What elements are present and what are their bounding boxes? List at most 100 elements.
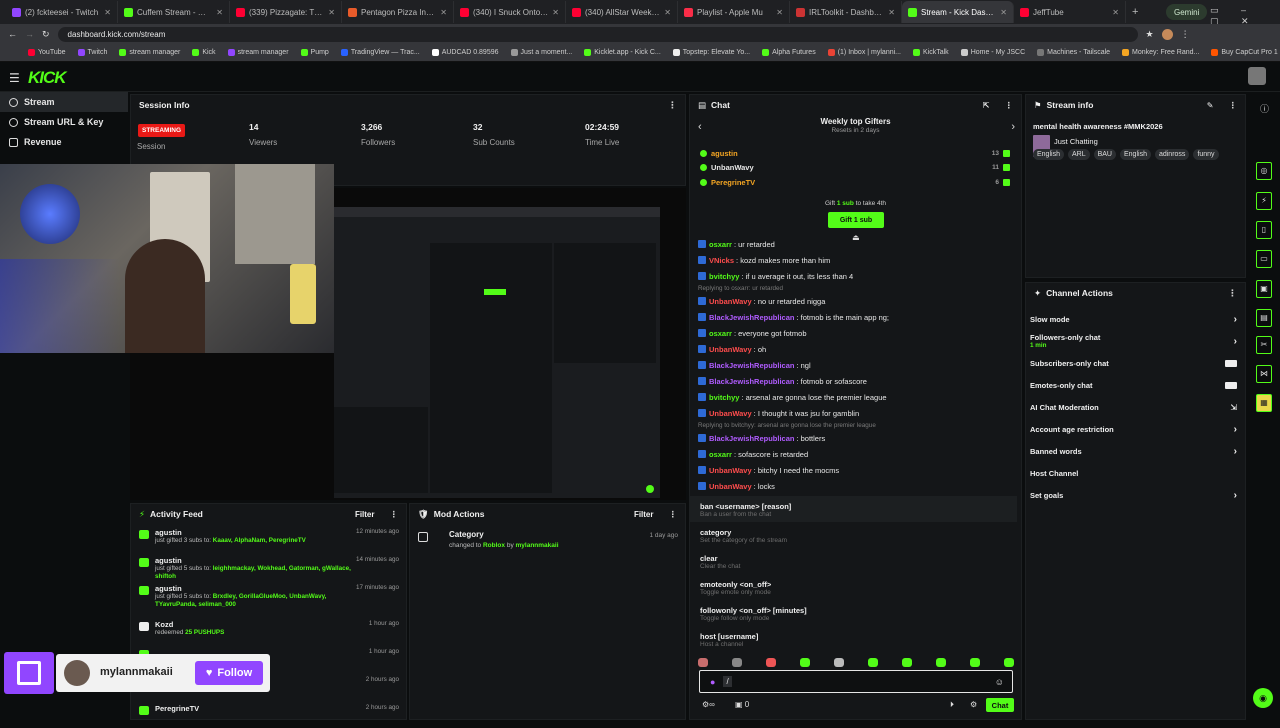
- command-suggestion[interactable]: clear Clear the chat: [690, 548, 1017, 574]
- browser-tab[interactable]: Cuffem Stream - Watch Live ✕: [118, 1, 230, 23]
- more-icon[interactable]: ⋮: [1228, 288, 1237, 299]
- channel-action-row[interactable]: Host Channel: [1030, 462, 1237, 484]
- star-icon[interactable]: ★: [1146, 29, 1154, 40]
- close-tab-icon[interactable]: ✕: [1112, 8, 1119, 17]
- command-suggestion[interactable]: category Set the category of the stream: [690, 522, 1017, 548]
- command-suggestion[interactable]: host [username] Host a channel: [690, 626, 1017, 652]
- chevron-right-icon[interactable]: ›: [1234, 446, 1237, 457]
- chat-username[interactable]: UnbanWavy: [709, 297, 752, 306]
- nav-item-stream[interactable]: Stream: [0, 92, 128, 112]
- close-tab-icon[interactable]: ✕: [776, 8, 783, 17]
- nav-item-revenue[interactable]: Revenue: [0, 132, 128, 152]
- channel-action-row[interactable]: Banned words ›: [1030, 440, 1237, 462]
- close-tab-icon[interactable]: ✕: [1000, 8, 1007, 17]
- bookmark-item[interactable]: Just a moment...: [510, 49, 572, 56]
- emote-icon[interactable]: [732, 657, 742, 667]
- close-tab-icon[interactable]: ✕: [104, 8, 111, 17]
- emote-icon[interactable]: [1004, 657, 1014, 667]
- chat-username[interactable]: VNicks: [709, 256, 734, 265]
- bookmark-item[interactable]: Kicklet.app - Kick C...: [584, 49, 661, 56]
- more-icon[interactable]: ⋮: [668, 100, 677, 111]
- channel-action-row[interactable]: Account age restriction ›: [1030, 418, 1237, 440]
- follow-button[interactable]: ♥ Follow: [195, 661, 263, 685]
- emote-icon[interactable]: [970, 657, 980, 667]
- camera-rail-icon[interactable]: ◎: [1256, 162, 1272, 180]
- bookmark-item[interactable]: AUDCAD 0.89596: [431, 49, 499, 56]
- doc-rail-icon[interactable]: ▤: [1256, 309, 1272, 327]
- stream-tag[interactable]: funny: [1193, 149, 1219, 160]
- browser-tab[interactable]: (2) fckteesei - Twitch ✕: [6, 1, 118, 23]
- bookmark-item[interactable]: Kick: [192, 49, 216, 56]
- popout-icon[interactable]: ⇱: [983, 101, 990, 110]
- bookmark-item[interactable]: Monkey: Free Rand...: [1122, 49, 1199, 56]
- external-link-icon[interactable]: ⇲: [1230, 403, 1237, 412]
- chat-username[interactable]: osxarr: [709, 450, 732, 459]
- gemini-button[interactable]: Gemini: [1166, 4, 1208, 20]
- chat-username[interactable]: UnbanWavy: [709, 482, 752, 491]
- menu-icon[interactable]: ⋮: [1181, 29, 1190, 40]
- browser-tab[interactable]: (340) I Snuck Onto Jeffrey ✕: [454, 1, 566, 23]
- bookmark-item[interactable]: YouTube: [28, 49, 66, 56]
- more-icon[interactable]: ⋮: [390, 509, 399, 520]
- nav-item-stream-url-key[interactable]: Stream URL & Key: [0, 112, 128, 132]
- chat-rail-icon[interactable]: ▭: [1256, 250, 1272, 268]
- chat-username[interactable]: UnbanWavy: [709, 466, 752, 475]
- share-rail-icon[interactable]: ⋈: [1256, 365, 1272, 383]
- bookmark-item[interactable]: stream manager: [119, 49, 180, 56]
- close-tab-icon[interactable]: ✕: [440, 8, 447, 17]
- command-suggestion[interactable]: followonly <on_off> [minutes] Toggle foll…: [690, 600, 1017, 626]
- stream-tag[interactable]: BAU: [1093, 149, 1116, 160]
- more-icon[interactable]: ⋮: [1005, 100, 1014, 111]
- emote-icon[interactable]: [868, 657, 878, 667]
- chat-username[interactable]: BlackJewishRepublican: [709, 313, 794, 322]
- chevron-right-icon[interactable]: ›: [1234, 490, 1237, 501]
- profile-icon[interactable]: [1161, 28, 1173, 40]
- close-tab-icon[interactable]: ✕: [888, 8, 895, 17]
- browser-tab[interactable]: Playlist - Apple Mu ✕: [678, 1, 790, 23]
- filter-button[interactable]: Filter: [355, 510, 375, 519]
- stream-tag[interactable]: ARL: [1067, 149, 1090, 160]
- emote-icon[interactable]: [800, 657, 810, 667]
- gifter-name[interactable]: PeregrineTV: [711, 178, 755, 187]
- settings-link-icon[interactable]: ⚙∞: [702, 700, 715, 709]
- browser-tab[interactable]: Stream - Kick Dashboard ✕: [902, 1, 1014, 23]
- more-icon[interactable]: ⋮: [669, 509, 678, 520]
- lightning-rail-icon[interactable]: ⚡: [1256, 192, 1272, 210]
- channel-action-row[interactable]: Slow mode ›: [1030, 308, 1237, 330]
- channel-action-row[interactable]: Set goals ›: [1030, 484, 1237, 506]
- filter-button[interactable]: Filter: [634, 510, 654, 519]
- back-icon[interactable]: ←: [8, 29, 17, 39]
- emote-icon[interactable]: [902, 657, 912, 667]
- stream-tag[interactable]: adinross: [1154, 149, 1190, 160]
- bookmark-item[interactable]: stream manager: [227, 49, 289, 56]
- chevron-right-icon[interactable]: ›: [1234, 424, 1237, 435]
- emote-icon[interactable]: [766, 657, 776, 667]
- close-tab-icon[interactable]: ✕: [216, 8, 223, 17]
- emote-picker-icon[interactable]: ●: [710, 677, 715, 687]
- emote-icon[interactable]: [698, 657, 708, 667]
- chat-username[interactable]: UnbanWavy: [709, 345, 752, 354]
- more-icon[interactable]: ⋮: [1229, 100, 1238, 111]
- chat-username[interactable]: BlackJewishRepublican: [709, 361, 794, 370]
- bookmark-item[interactable]: (1) Inbox | mylanni...: [827, 49, 901, 56]
- close-tab-icon[interactable]: ✕: [328, 8, 335, 17]
- edit-icon[interactable]: ✎: [1207, 101, 1214, 110]
- hamburger-menu-icon[interactable]: ☰: [9, 71, 20, 85]
- tools-rail-icon[interactable]: ✂: [1256, 336, 1272, 354]
- chat-username[interactable]: BlackJewishRepublican: [709, 377, 794, 386]
- bookmark-item[interactable]: Twitch: [77, 49, 107, 56]
- chat-username[interactable]: bvitchyy: [709, 393, 739, 402]
- new-tab-icon[interactable]: +: [1126, 6, 1144, 18]
- support-chat-icon[interactable]: ◉: [1253, 688, 1273, 708]
- url-input[interactable]: dashboard.kick.com/stream: [57, 26, 1138, 42]
- toggle-switch[interactable]: [1225, 381, 1237, 389]
- toggle-switch[interactable]: [1225, 359, 1237, 367]
- stream-tag[interactable]: English: [1033, 149, 1064, 160]
- chat-username[interactable]: bvitchyy: [709, 272, 739, 281]
- reload-icon[interactable]: ↻: [42, 29, 50, 40]
- bookmark-item[interactable]: Home - My JSCC: [960, 49, 1025, 56]
- channel-action-row[interactable]: Emotes-only chat: [1030, 374, 1237, 396]
- info-rail-icon[interactable]: ⓘ: [1260, 102, 1269, 115]
- clapper-rail-icon[interactable]: ▦: [1256, 394, 1272, 412]
- gifter-name[interactable]: agustin: [711, 149, 738, 158]
